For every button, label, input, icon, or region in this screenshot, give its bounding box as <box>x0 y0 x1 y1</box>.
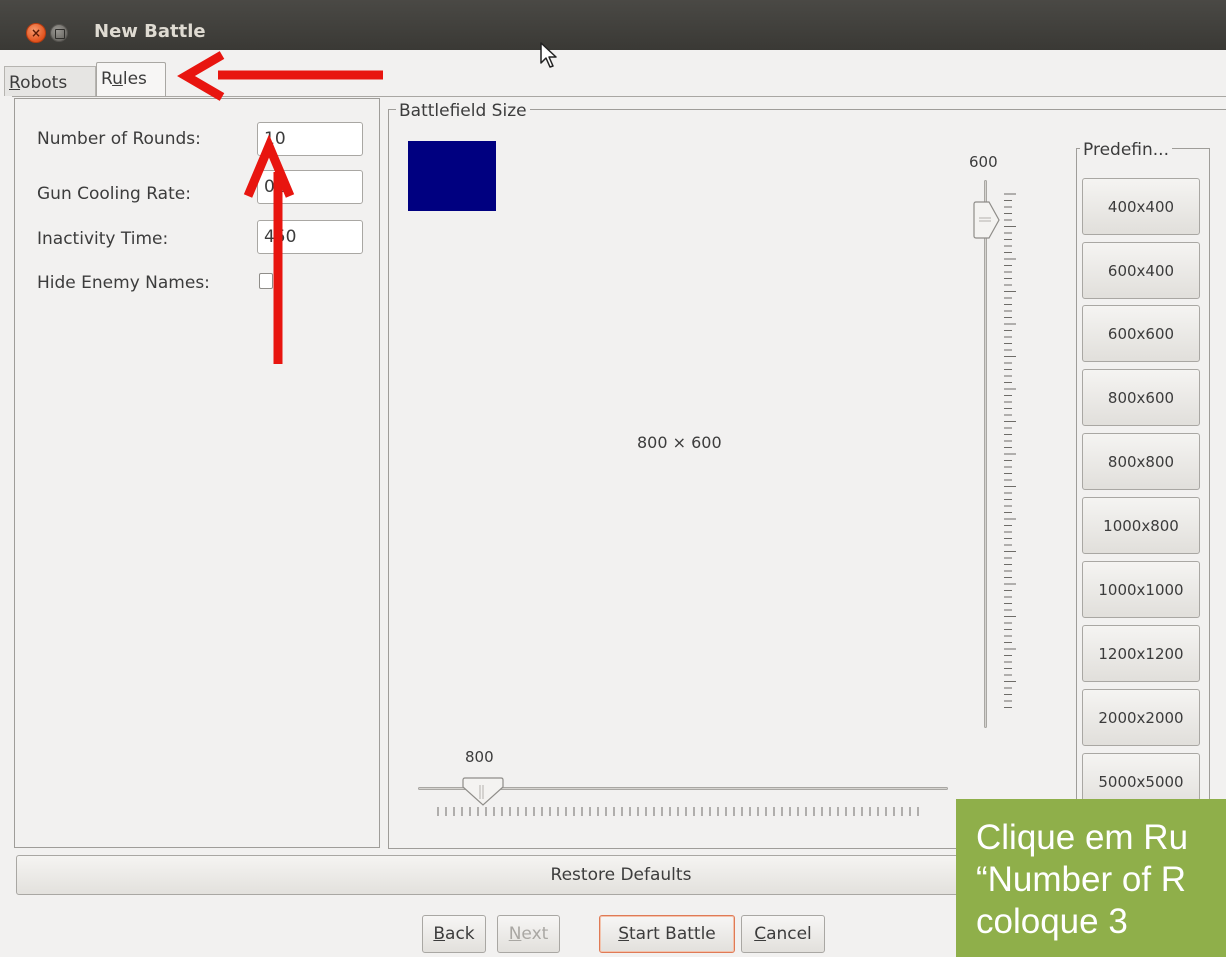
inactivity-time-label: Inactivity Time: <box>37 229 169 249</box>
close-icon: × <box>30 26 42 40</box>
hide-enemy-names-checkbox[interactable] <box>259 273 273 289</box>
width-slider-ticks <box>437 807 919 816</box>
size-600x600-button[interactable]: 600x600 <box>1082 305 1200 362</box>
next-button[interactable]: Next <box>497 915 560 953</box>
back-button[interactable]: Back <box>422 915 486 953</box>
left-arrow-icon <box>177 51 383 101</box>
size-1000x1000-button[interactable]: 1000x1000 <box>1082 561 1200 618</box>
tab-rules-mnemonic: u <box>112 69 123 89</box>
start-mnemonic: S <box>618 924 630 944</box>
height-slider-value: 600 <box>969 153 998 171</box>
instruction-caption-text: Clique em Ru “Number of R coloque 3 <box>976 818 1189 941</box>
size-2000x2000-button[interactable]: 2000x2000 <box>1082 689 1200 746</box>
rounds-input[interactable]: 10 <box>257 122 363 156</box>
hide-enemy-names-label: Hide Enemy Names: <box>37 273 210 293</box>
cooling-rate-input[interactable]: 0.1 <box>257 170 363 204</box>
tab-rules-label-start: R <box>101 69 113 89</box>
next-mnemonic: N <box>508 924 522 944</box>
predefined-sizes-legend: Predefin... <box>1080 140 1172 160</box>
tab-rules[interactable]: Rules <box>96 62 166 96</box>
start-label: tart Battle <box>629 924 716 944</box>
battlefield-size-label: 800 × 600 <box>637 433 722 452</box>
instruction-caption: Clique em Ru “Number of R coloque 3 <box>956 799 1226 957</box>
size-1200x1200-button[interactable]: 1200x1200 <box>1082 625 1200 682</box>
maximize-window-button[interactable] <box>50 24 68 42</box>
battlefield-preview <box>408 141 496 211</box>
cancel-label: ancel <box>766 924 812 944</box>
back-mnemonic: B <box>433 924 446 944</box>
height-slider-thumb[interactable] <box>971 200 1001 240</box>
rules-panel: Number of Rounds: 10 Gun Cooling Rate: 0… <box>14 98 380 848</box>
size-600x400-button[interactable]: 600x400 <box>1082 242 1200 299</box>
tab-robots-mnemonic: R <box>9 73 21 93</box>
height-slider-track[interactable] <box>984 180 987 728</box>
inactivity-time-input[interactable]: 450 <box>257 220 363 254</box>
cancel-mnemonic: C <box>754 924 767 944</box>
rounds-label: Number of Rounds: <box>37 129 201 149</box>
mouse-cursor-icon <box>540 42 557 68</box>
size-800x800-button[interactable]: 800x800 <box>1082 433 1200 490</box>
size-1000x800-button[interactable]: 1000x800 <box>1082 497 1200 554</box>
tab-robots-label: obots <box>20 73 68 93</box>
width-slider-thumb[interactable] <box>461 777 505 807</box>
cooling-rate-label: Gun Cooling Rate: <box>37 184 191 204</box>
tab-rules-label-end: les <box>122 69 147 89</box>
next-label: ext <box>521 924 549 944</box>
width-slider-value: 800 <box>465 748 494 766</box>
size-400x400-button[interactable]: 400x400 <box>1082 178 1200 235</box>
back-label: ack <box>445 924 475 944</box>
battlefield-size-legend: Battlefield Size <box>396 101 530 121</box>
size-800x600-button[interactable]: 800x600 <box>1082 369 1200 426</box>
start-battle-button[interactable]: Start Battle <box>599 915 735 953</box>
cancel-button[interactable]: Cancel <box>741 915 825 953</box>
close-window-button[interactable]: × <box>26 23 46 43</box>
tab-robots[interactable]: Robots <box>4 66 96 96</box>
height-slider-ticks <box>1004 193 1016 708</box>
title-bar: × New Battle <box>0 0 1226 50</box>
window-title: New Battle <box>94 21 206 42</box>
